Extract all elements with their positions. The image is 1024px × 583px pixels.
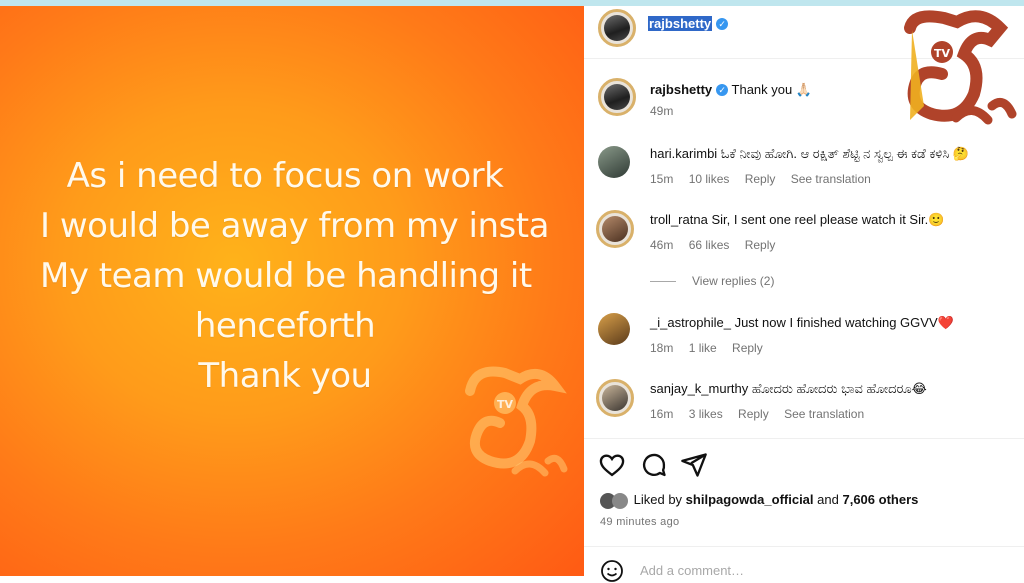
- story-line: I would be away from my insta: [40, 206, 549, 246]
- add-comment-bar: Add a comment…: [584, 546, 1024, 582]
- comment-username[interactable]: _i_astrophile_: [650, 315, 731, 330]
- comment-time: 18m: [650, 341, 674, 355]
- reply-button[interactable]: Reply: [738, 407, 769, 421]
- caption-avatar[interactable]: [598, 78, 636, 116]
- verified-icon: ✓: [716, 18, 729, 30]
- post-panel: rajbshetty ✓ TV rajbshetty ✓ Thank you 🙏🏻 …: [584, 6, 1024, 582]
- post-time: 49 minutes ago: [600, 516, 680, 528]
- liker-avatar: [612, 492, 628, 509]
- heart-icon[interactable]: [598, 451, 626, 479]
- reply-button[interactable]: Reply: [745, 238, 776, 252]
- comment-time: 16m: [650, 407, 674, 421]
- comment-likes[interactable]: 3 likes: [689, 407, 723, 421]
- story-line: Thank you: [198, 356, 372, 396]
- svg-text:TV: TV: [934, 47, 951, 60]
- liked-by-label: Liked by: [633, 492, 683, 507]
- action-bar: [584, 438, 1024, 489]
- comment-text: ಓಕೆ ನೀವು ಹೋಗಿ. ಆ ರಕ್ಷಿತ್ ಶೆಟ್ಟಿ ನ ಸ್ವಲ್ಪ…: [720, 146, 970, 161]
- story-line: My team would be handling it: [40, 256, 532, 296]
- comment-time: 46m: [650, 238, 674, 252]
- channel-logo: TV: [904, 10, 1017, 125]
- caption-username[interactable]: rajbshetty: [650, 82, 712, 97]
- likes-count[interactable]: 7,606 others: [842, 492, 918, 507]
- emoji-icon[interactable]: [600, 559, 624, 583]
- comment-username[interactable]: sanjay_k_murthy: [650, 381, 748, 396]
- post-image[interactable]: As i need to focus on work I would be aw…: [0, 6, 584, 576]
- caption-text: Thank you 🙏🏻: [731, 82, 813, 97]
- commenter-avatar[interactable]: [598, 146, 630, 178]
- comment-time: 15m: [650, 172, 674, 186]
- reply-button[interactable]: Reply: [732, 341, 763, 355]
- author-avatar[interactable]: [598, 9, 636, 47]
- comment-likes[interactable]: 10 likes: [689, 172, 730, 186]
- comment-text: Sir, I sent one reel please watch it Sir…: [711, 212, 945, 227]
- reply-button[interactable]: Reply: [745, 172, 776, 186]
- story-line: As i need to focus on work: [66, 156, 504, 196]
- comment-likes[interactable]: 66 likes: [689, 238, 730, 252]
- liked-by-and: and: [817, 492, 839, 507]
- see-translation-link[interactable]: See translation: [791, 172, 871, 186]
- view-replies-button[interactable]: View replies (2): [650, 274, 774, 288]
- watermark-logo: TV: [465, 366, 568, 477]
- commenter-avatar[interactable]: [596, 379, 634, 417]
- see-translation-link[interactable]: See translation: [784, 407, 864, 421]
- comment-likes[interactable]: 1 like: [689, 341, 717, 355]
- liked-by: Liked by shilpagowda_official and 7,606 …: [600, 492, 918, 509]
- commenter-avatar[interactable]: [598, 313, 630, 345]
- liked-by-user[interactable]: shilpagowda_official: [686, 492, 814, 507]
- story-line: henceforth: [194, 306, 376, 346]
- comment-icon[interactable]: [640, 451, 668, 479]
- verified-icon: ✓: [716, 84, 729, 96]
- caption-time: 49m: [650, 104, 674, 118]
- story-text: As i need to focus on work I would be aw…: [40, 151, 549, 401]
- comment-text: Just now I finished watching GGVV❤️: [734, 315, 954, 330]
- comment-text: ಹೋದರು ಹೋದರು ಭಾವ ಹೋದರೂ😂: [751, 381, 927, 396]
- share-icon[interactable]: [680, 451, 708, 479]
- comment-username[interactable]: hari.karimbi: [650, 146, 717, 161]
- svg-text:TV: TV: [497, 398, 514, 411]
- commenter-avatar[interactable]: [596, 210, 634, 248]
- header-username[interactable]: rajbshetty ✓: [648, 16, 729, 31]
- comment-username[interactable]: troll_ratna: [650, 212, 708, 227]
